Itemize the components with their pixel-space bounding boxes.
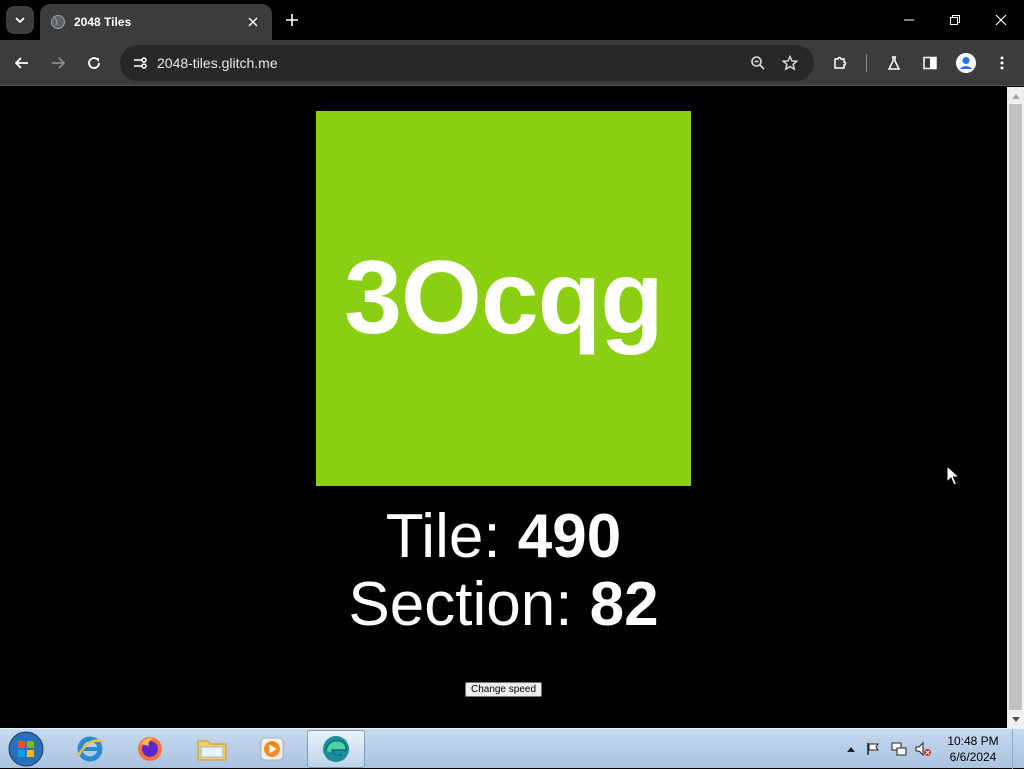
section-label: Section: bbox=[348, 570, 590, 639]
section-value: 82 bbox=[589, 570, 659, 639]
back-arrow-icon bbox=[14, 57, 28, 69]
site-settings-icon[interactable] bbox=[128, 51, 152, 75]
scroll-down-arrow-icon[interactable] bbox=[1007, 711, 1024, 728]
bookmark-star-icon[interactable] bbox=[778, 51, 802, 75]
volume-muted-icon[interactable] bbox=[915, 741, 931, 757]
tab-title: 2048 Tiles bbox=[74, 15, 132, 29]
globe-icon bbox=[50, 14, 66, 30]
tab-2048-tiles[interactable]: 2048 Tiles bbox=[40, 4, 272, 40]
taskbar-media-player[interactable] bbox=[243, 730, 301, 768]
internet-explorer-icon bbox=[76, 736, 104, 762]
mouse-pointer-icon bbox=[946, 465, 960, 486]
change-speed-button[interactable]: Change speed bbox=[465, 682, 542, 697]
close-tab-icon[interactable] bbox=[244, 13, 262, 31]
tile-value: 490 bbox=[517, 502, 622, 571]
clock-date: 6/6/2024 bbox=[949, 750, 997, 764]
minimize-icon bbox=[904, 19, 914, 21]
zoom-icon[interactable] bbox=[746, 51, 770, 75]
profile-avatar-icon bbox=[956, 53, 976, 73]
start-button[interactable] bbox=[6, 730, 46, 768]
tile-text: 3Ocqg bbox=[344, 240, 664, 356]
page-content: 3Ocqg Tile: 490 Section: 82 Change speed bbox=[0, 87, 1007, 728]
show-hidden-icons-chevron-icon[interactable] bbox=[843, 741, 859, 757]
game-tile: 3Ocqg bbox=[316, 111, 691, 486]
toolbar-separator bbox=[866, 54, 867, 72]
restore-button[interactable] bbox=[932, 0, 978, 40]
windows-orb-icon bbox=[8, 731, 44, 767]
edge-browser-icon bbox=[323, 736, 349, 762]
windows-taskbar: 10:48 PM 6/6/2024 bbox=[0, 728, 1024, 769]
browser-titlebar: 2048 Tiles bbox=[0, 0, 1024, 40]
network-icon[interactable] bbox=[891, 741, 907, 757]
browser-toolbar: 2048-tiles.glitch.me bbox=[0, 40, 1024, 86]
action-center-flag-icon[interactable] bbox=[865, 741, 881, 757]
plus-icon bbox=[286, 14, 298, 26]
tab-search-button[interactable] bbox=[6, 6, 34, 34]
minimize-button[interactable] bbox=[886, 0, 932, 40]
clock-time: 10:48 PM bbox=[947, 734, 999, 748]
reload-button[interactable] bbox=[80, 49, 108, 77]
chevron-down-icon bbox=[15, 17, 25, 24]
folder-icon bbox=[197, 740, 227, 761]
url-text: 2048-tiles.glitch.me bbox=[157, 55, 278, 71]
close-icon bbox=[995, 14, 1007, 26]
section-counter: Section: 82 bbox=[0, 570, 1007, 640]
tile-label: Tile: bbox=[385, 502, 518, 571]
restore-icon bbox=[950, 15, 960, 25]
taskbar-clock[interactable]: 10:48 PM 6/6/2024 bbox=[940, 733, 1006, 765]
more-vert-icon bbox=[1000, 56, 1004, 70]
scroll-thumb[interactable] bbox=[1009, 104, 1022, 710]
back-button[interactable] bbox=[8, 49, 36, 77]
labs-button[interactable] bbox=[880, 49, 908, 77]
profile-button[interactable] bbox=[952, 49, 980, 77]
new-tab-button[interactable] bbox=[280, 8, 304, 32]
taskbar-edge[interactable] bbox=[307, 730, 365, 768]
tile-counter: Tile: 490 bbox=[0, 502, 1007, 572]
taskbar-firefox[interactable] bbox=[121, 730, 179, 768]
side-panel-button[interactable] bbox=[916, 49, 944, 77]
address-bar[interactable]: 2048-tiles.glitch.me bbox=[120, 45, 814, 81]
show-desktop-button[interactable] bbox=[1012, 729, 1024, 769]
taskbar-file-explorer[interactable] bbox=[183, 730, 241, 768]
forward-button[interactable] bbox=[44, 49, 72, 77]
close-window-button[interactable] bbox=[978, 0, 1024, 40]
flask-icon bbox=[887, 56, 901, 70]
vertical-scrollbar[interactable] bbox=[1007, 87, 1024, 728]
firefox-icon bbox=[138, 737, 162, 761]
extensions-button[interactable] bbox=[826, 49, 854, 77]
reload-icon bbox=[88, 57, 100, 69]
puzzle-icon bbox=[834, 56, 847, 69]
scroll-up-arrow-icon[interactable] bbox=[1007, 87, 1024, 104]
side-panel-icon bbox=[923, 56, 937, 70]
forward-arrow-icon bbox=[52, 57, 66, 69]
menu-button[interactable] bbox=[988, 49, 1016, 77]
media-player-icon bbox=[260, 737, 284, 761]
taskbar-internet-explorer[interactable] bbox=[61, 730, 119, 768]
